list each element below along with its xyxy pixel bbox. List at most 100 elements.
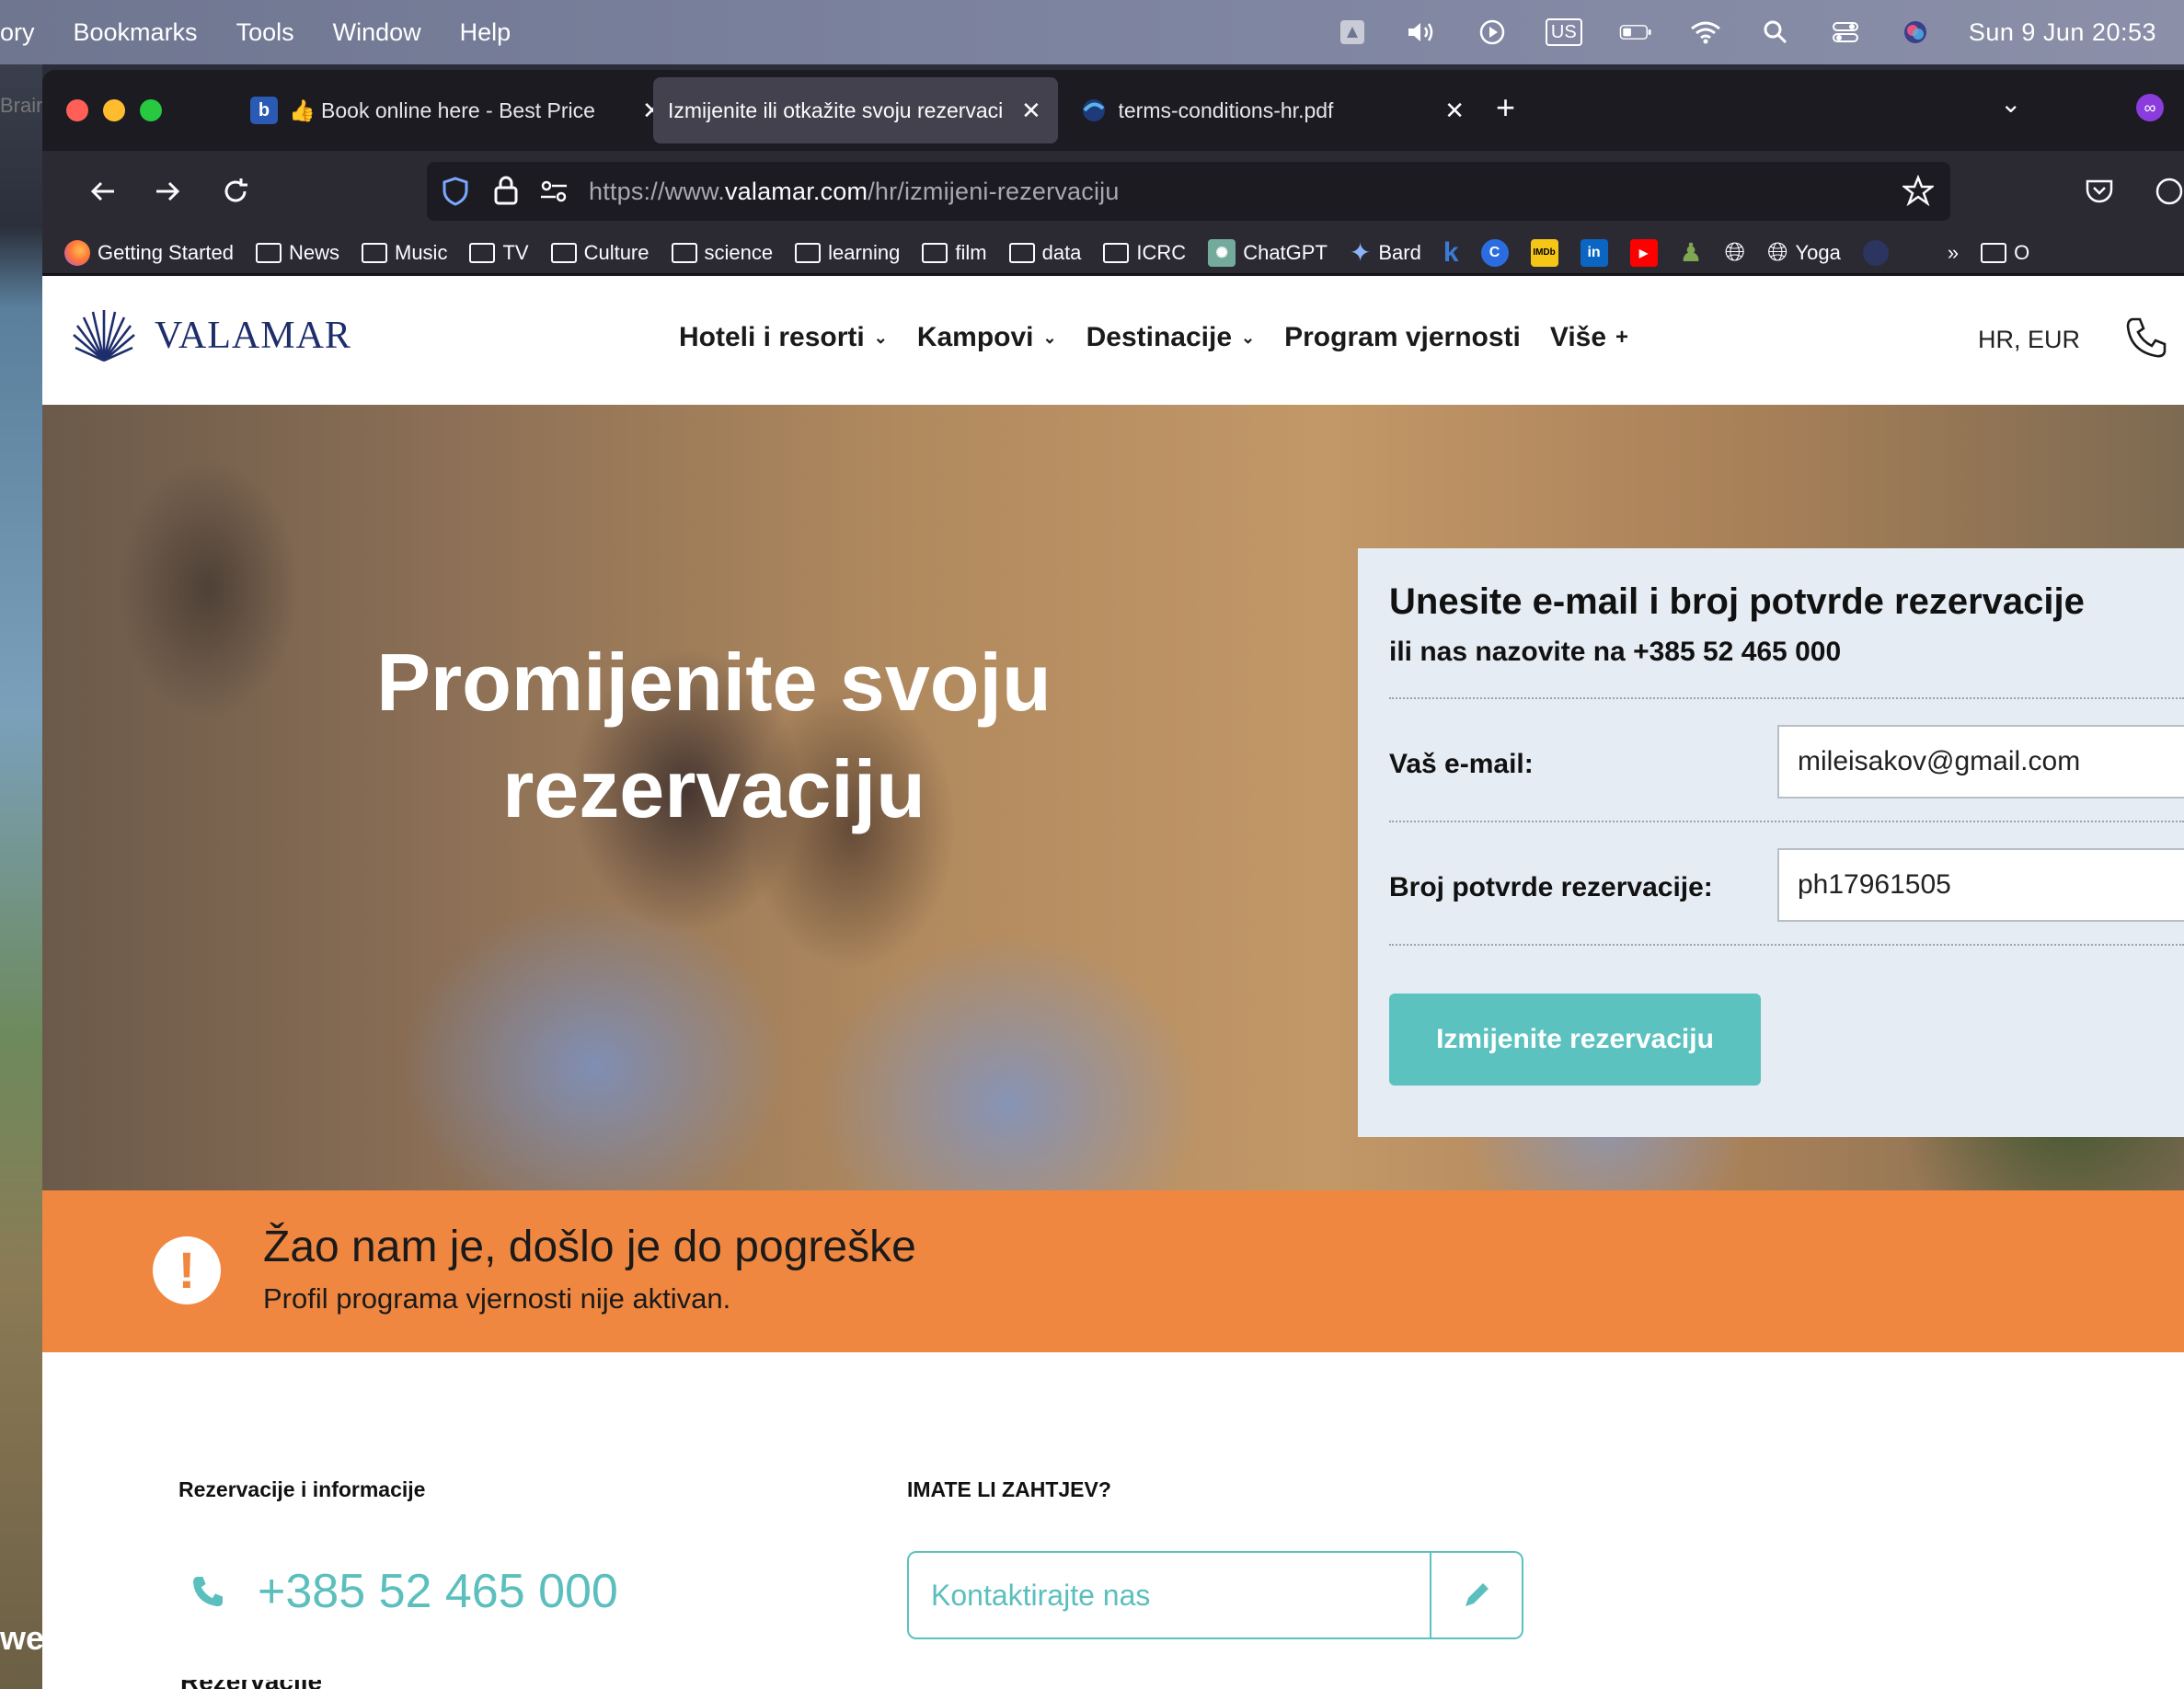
extension-icon[interactable]: ∞ — [2136, 94, 2164, 121]
bookmark-yoga[interactable]: 🌐︎ Yoga — [1767, 237, 1841, 268]
nav-camps[interactable]: Kampovi ⌄ — [917, 322, 1057, 353]
bookmark-linkedin[interactable]: in — [1580, 238, 1608, 267]
valamar-shell-icon — [73, 310, 135, 362]
drive-icon[interactable] — [1336, 18, 1369, 46]
folder-icon — [255, 242, 282, 263]
navigation-toolbar: https://www.valamar.com/hr/izmijeni-reze… — [42, 151, 2184, 232]
bookmark-dark[interactable] — [1862, 239, 1889, 266]
tab-booking[interactable]: b 👍 Book online here - Best Price ✕ — [236, 77, 677, 144]
nav-destinations[interactable]: Destinacije ⌄ — [1086, 322, 1256, 353]
battery-icon[interactable] — [1619, 18, 1652, 46]
bookmark-chatgpt[interactable]: ✺ ChatGPT — [1208, 238, 1328, 267]
bookmark-culture[interactable]: Culture — [550, 241, 649, 265]
bookmark-c[interactable]: C — [1480, 238, 1509, 267]
menu-bookmarks[interactable]: Bookmarks — [74, 18, 198, 47]
bookmark-k[interactable]: k — [1443, 237, 1459, 269]
tracking-shield-icon[interactable] — [442, 177, 469, 211]
contact-us-button[interactable]: Kontaktirajte nas — [907, 1551, 1523, 1639]
close-tab-icon[interactable]: ✕ — [1444, 97, 1465, 125]
tab-booking-title-wrap: 👍 Book online here - Best Price — [289, 98, 629, 123]
booking-favicon-icon: b — [250, 97, 278, 124]
bookmark-label: Yoga — [1795, 240, 1841, 264]
cut-off-footer-text: Rezervacije — [180, 1680, 328, 1689]
hero-section: Promijenite svoju rezervaciju Unesite e-… — [42, 405, 2184, 1190]
spotlight-search-icon[interactable] — [1759, 18, 1792, 46]
bookmark-label: science — [704, 240, 774, 264]
volume-icon[interactable] — [1406, 18, 1439, 46]
pocket-icon[interactable] — [2079, 171, 2120, 212]
macos-menubar: ory Bookmarks Tools Window Help US Sun 9… — [0, 0, 2184, 64]
bookmark-star-icon[interactable] — [1901, 174, 1936, 211]
account-icon[interactable] — [2149, 171, 2184, 212]
nav-hotels-resorts[interactable]: Hoteli i resorti ⌄ — [679, 322, 888, 353]
zoom-window-button[interactable] — [140, 99, 162, 121]
url-text[interactable]: https://www.valamar.com/hr/izmijeni-reze… — [589, 178, 1120, 206]
siri-icon[interactable] — [1899, 18, 1932, 46]
back-arrow-icon[interactable] — [83, 171, 123, 212]
plus-icon: + — [1615, 325, 1629, 350]
permissions-icon[interactable] — [539, 178, 569, 209]
menubar-clock[interactable]: Sun 9 Jun 20:53 — [1969, 18, 2156, 47]
bookmark-bard[interactable]: ✦ Bard — [1350, 237, 1421, 268]
play-icon[interactable] — [1476, 18, 1509, 46]
url-path: /hr/izmijeni-rezervaciju — [868, 177, 1120, 205]
window-controls — [66, 99, 162, 121]
globe-icon: 🌐︎ — [1767, 237, 1788, 266]
menu-help[interactable]: Help — [460, 18, 512, 47]
bookmarks-toolbar: Getting Started News Music TV Culture sc… — [42, 232, 2184, 274]
bookmark-icrc[interactable]: ICRC — [1103, 241, 1186, 265]
close-window-button[interactable] — [66, 99, 88, 121]
phone-icon[interactable] — [2123, 315, 2169, 365]
bookmark-youtube[interactable]: ▶ — [1629, 238, 1658, 267]
bard-icon: ✦ — [1349, 238, 1372, 267]
menu-tools[interactable]: Tools — [236, 18, 294, 47]
lock-icon[interactable] — [493, 175, 519, 211]
bookmark-globe[interactable]: 🌐︎ — [1725, 237, 1745, 268]
nav-loyalty-program[interactable]: Program vjernosti — [1284, 322, 1521, 353]
bookmark-learning[interactable]: learning — [795, 241, 900, 265]
email-field[interactable] — [1777, 725, 2184, 799]
email-label: Vaš e-mail: — [1389, 749, 1534, 779]
bookmark-news[interactable]: News — [255, 241, 339, 265]
form-title: Unesite e-mail i broj potvrde rezervacij… — [1389, 581, 2085, 622]
nav-more[interactable]: Više + — [1550, 322, 1628, 353]
bookmark-science[interactable]: science — [671, 240, 774, 265]
valamar-logo[interactable]: VALAMAR — [70, 307, 351, 364]
bookmark-label: Music — [395, 240, 448, 264]
site-header: VALAMAR Hoteli i resorti ⌄ Kampovi ⌄ Desti… — [42, 276, 2184, 405]
reload-icon[interactable] — [215, 171, 256, 212]
address-bar[interactable]: https://www.valamar.com/hr/izmijeni-reze… — [427, 162, 1950, 221]
bookmark-data[interactable]: data — [1008, 241, 1081, 265]
tab-list-chevron-down-icon[interactable]: ⌄ — [2000, 88, 2021, 119]
menu-history[interactable]: ory — [0, 18, 35, 47]
phone-icon — [193, 1577, 223, 1607]
modify-reservation-button[interactable]: Izmijenite rezervaciju — [1389, 994, 1761, 1086]
bookmark-getting-started[interactable]: Getting Started — [64, 239, 234, 266]
bookmark-film[interactable]: film — [922, 241, 987, 265]
bookmarks-overflow-chevron-icon[interactable]: » — [1948, 241, 1959, 265]
input-source-icon[interactable]: US — [1545, 18, 1582, 46]
bookmark-other[interactable]: O — [1981, 241, 2029, 265]
tab-valamar[interactable]: Izmijenite ili otkažite svoju rezervaci … — [653, 77, 1058, 144]
bookmark-tv[interactable]: TV — [469, 241, 529, 265]
forward-arrow-icon[interactable] — [147, 171, 188, 212]
minimize-window-button[interactable] — [103, 99, 125, 121]
desktop-window-edge-text: we — [0, 1619, 45, 1657]
hero-title-line1: Promijenite svoju — [376, 637, 1052, 728]
language-currency-selector[interactable]: HR, EUR — [1978, 326, 2080, 354]
menu-window[interactable]: Window — [333, 18, 421, 47]
new-tab-icon[interactable]: + — [1496, 88, 1515, 127]
confirmation-number-field[interactable] — [1777, 848, 2184, 922]
close-tab-icon[interactable]: ✕ — [1021, 97, 1041, 125]
bookmark-imdb[interactable]: IMDb — [1530, 238, 1558, 267]
chess-pawn-icon: ♟ — [1679, 238, 1703, 267]
wifi-icon[interactable] — [1689, 18, 1722, 46]
reservations-phone-link[interactable]: +385 52 465 000 — [190, 1564, 618, 1619]
firefox-icon — [64, 239, 90, 266]
modify-reservation-form: Unesite e-mail i broj potvrde rezervacij… — [1358, 548, 2184, 1137]
tab-pdf[interactable]: terms-conditions-hr.pdf ✕ — [1065, 77, 1479, 144]
thumbs-up-icon: 👍 — [289, 98, 316, 122]
bookmark-music[interactable]: Music — [362, 241, 447, 265]
control-center-icon[interactable] — [1829, 18, 1862, 46]
bookmark-chess[interactable]: ♟ — [1680, 237, 1703, 268]
